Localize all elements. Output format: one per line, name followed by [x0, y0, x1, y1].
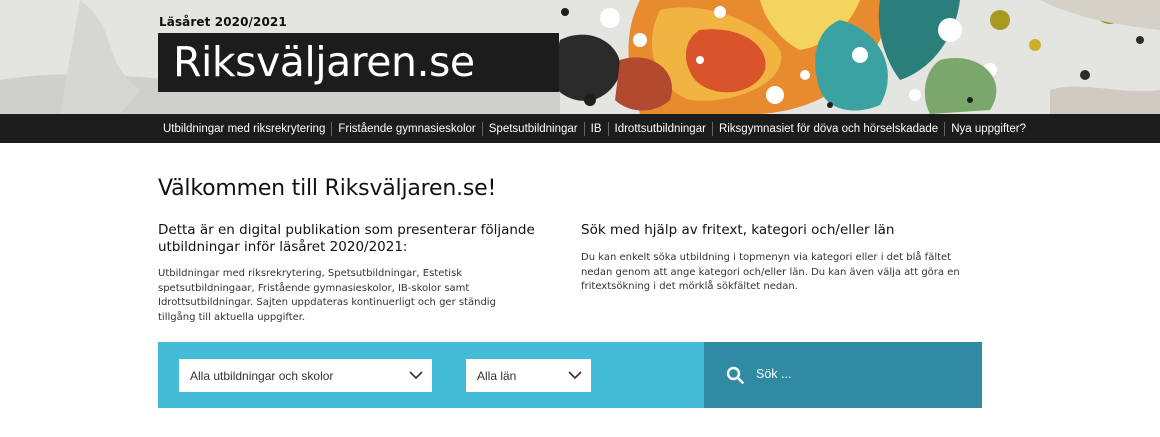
county-select[interactable]: Alla län [466, 359, 591, 392]
top-nav-list: Utbildningar med riksrekrytering Friståe… [155, 114, 1026, 143]
nav-link-fristaende[interactable]: Fristående gymnasieskolor [338, 123, 475, 135]
nav-item-riksrekrytering: Utbildningar med riksrekrytering [155, 123, 325, 135]
intro-column: Detta är en digital publikation som pres… [158, 222, 558, 325]
search-help-heading: Sök med hjälp av fritext, kategori och/e… [581, 222, 895, 238]
header-banner: Läsåret 2020/2021 Riksväljaren.se [0, 0, 1160, 114]
nav-item-nya-uppgifter: Nya uppgifter? [938, 122, 1026, 136]
search-input[interactable]: Sök ... [756, 367, 791, 381]
chevron-down-icon [568, 371, 582, 380]
nav-link-spets[interactable]: Spetsutbildningar [489, 123, 578, 135]
school-year-label: Läsåret 2020/2021 [159, 15, 287, 29]
top-nav: Utbildningar med riksrekrytering Friståe… [0, 114, 1160, 143]
nav-link-nya-uppgifter[interactable]: Nya uppgifter? [951, 123, 1026, 135]
filter-bar: Alla utbildningar och skolor Alla län [158, 342, 704, 408]
category-select[interactable]: Alla utbildningar och skolor [179, 359, 432, 392]
logo-text: Riksväljaren.se [173, 38, 475, 86]
site-logo[interactable]: Riksväljaren.se [158, 33, 559, 92]
intro-heading: Detta är en digital publikation som pres… [158, 222, 535, 255]
chevron-down-icon [409, 371, 423, 380]
category-select-value: Alla utbildningar och skolor [190, 368, 334, 383]
page-title: Välkommen till Riksväljaren.se! [158, 176, 497, 201]
nav-item-fristaende: Fristående gymnasieskolor [325, 122, 475, 136]
free-text-search[interactable]: Sök ... [704, 342, 982, 408]
nav-item-riksgymnasiet: Riksgymnasiet för döva och hörselskadade [706, 122, 938, 136]
nav-link-riksgymnasiet[interactable]: Riksgymnasiet för döva och hörselskadade [719, 123, 938, 135]
nav-item-idrott: Idrottsutbildningar [602, 122, 706, 136]
intro-body: Utbildningar med riksrekrytering, Spetsu… [158, 268, 496, 323]
nav-item-ib: IB [578, 122, 602, 136]
search-icon[interactable] [726, 366, 744, 384]
search-help-column: Sök med hjälp av fritext, kategori och/e… [581, 222, 981, 295]
nav-link-ib[interactable]: IB [591, 123, 602, 135]
nav-link-riksrekrytering[interactable]: Utbildningar med riksrekrytering [155, 123, 325, 135]
nav-item-spets: Spetsutbildningar [476, 122, 578, 136]
county-select-value: Alla län [477, 368, 517, 383]
nav-link-idrott[interactable]: Idrottsutbildningar [615, 123, 706, 135]
search-help-body: Du kan enkelt söka utbildning i topmenyn… [581, 252, 960, 292]
